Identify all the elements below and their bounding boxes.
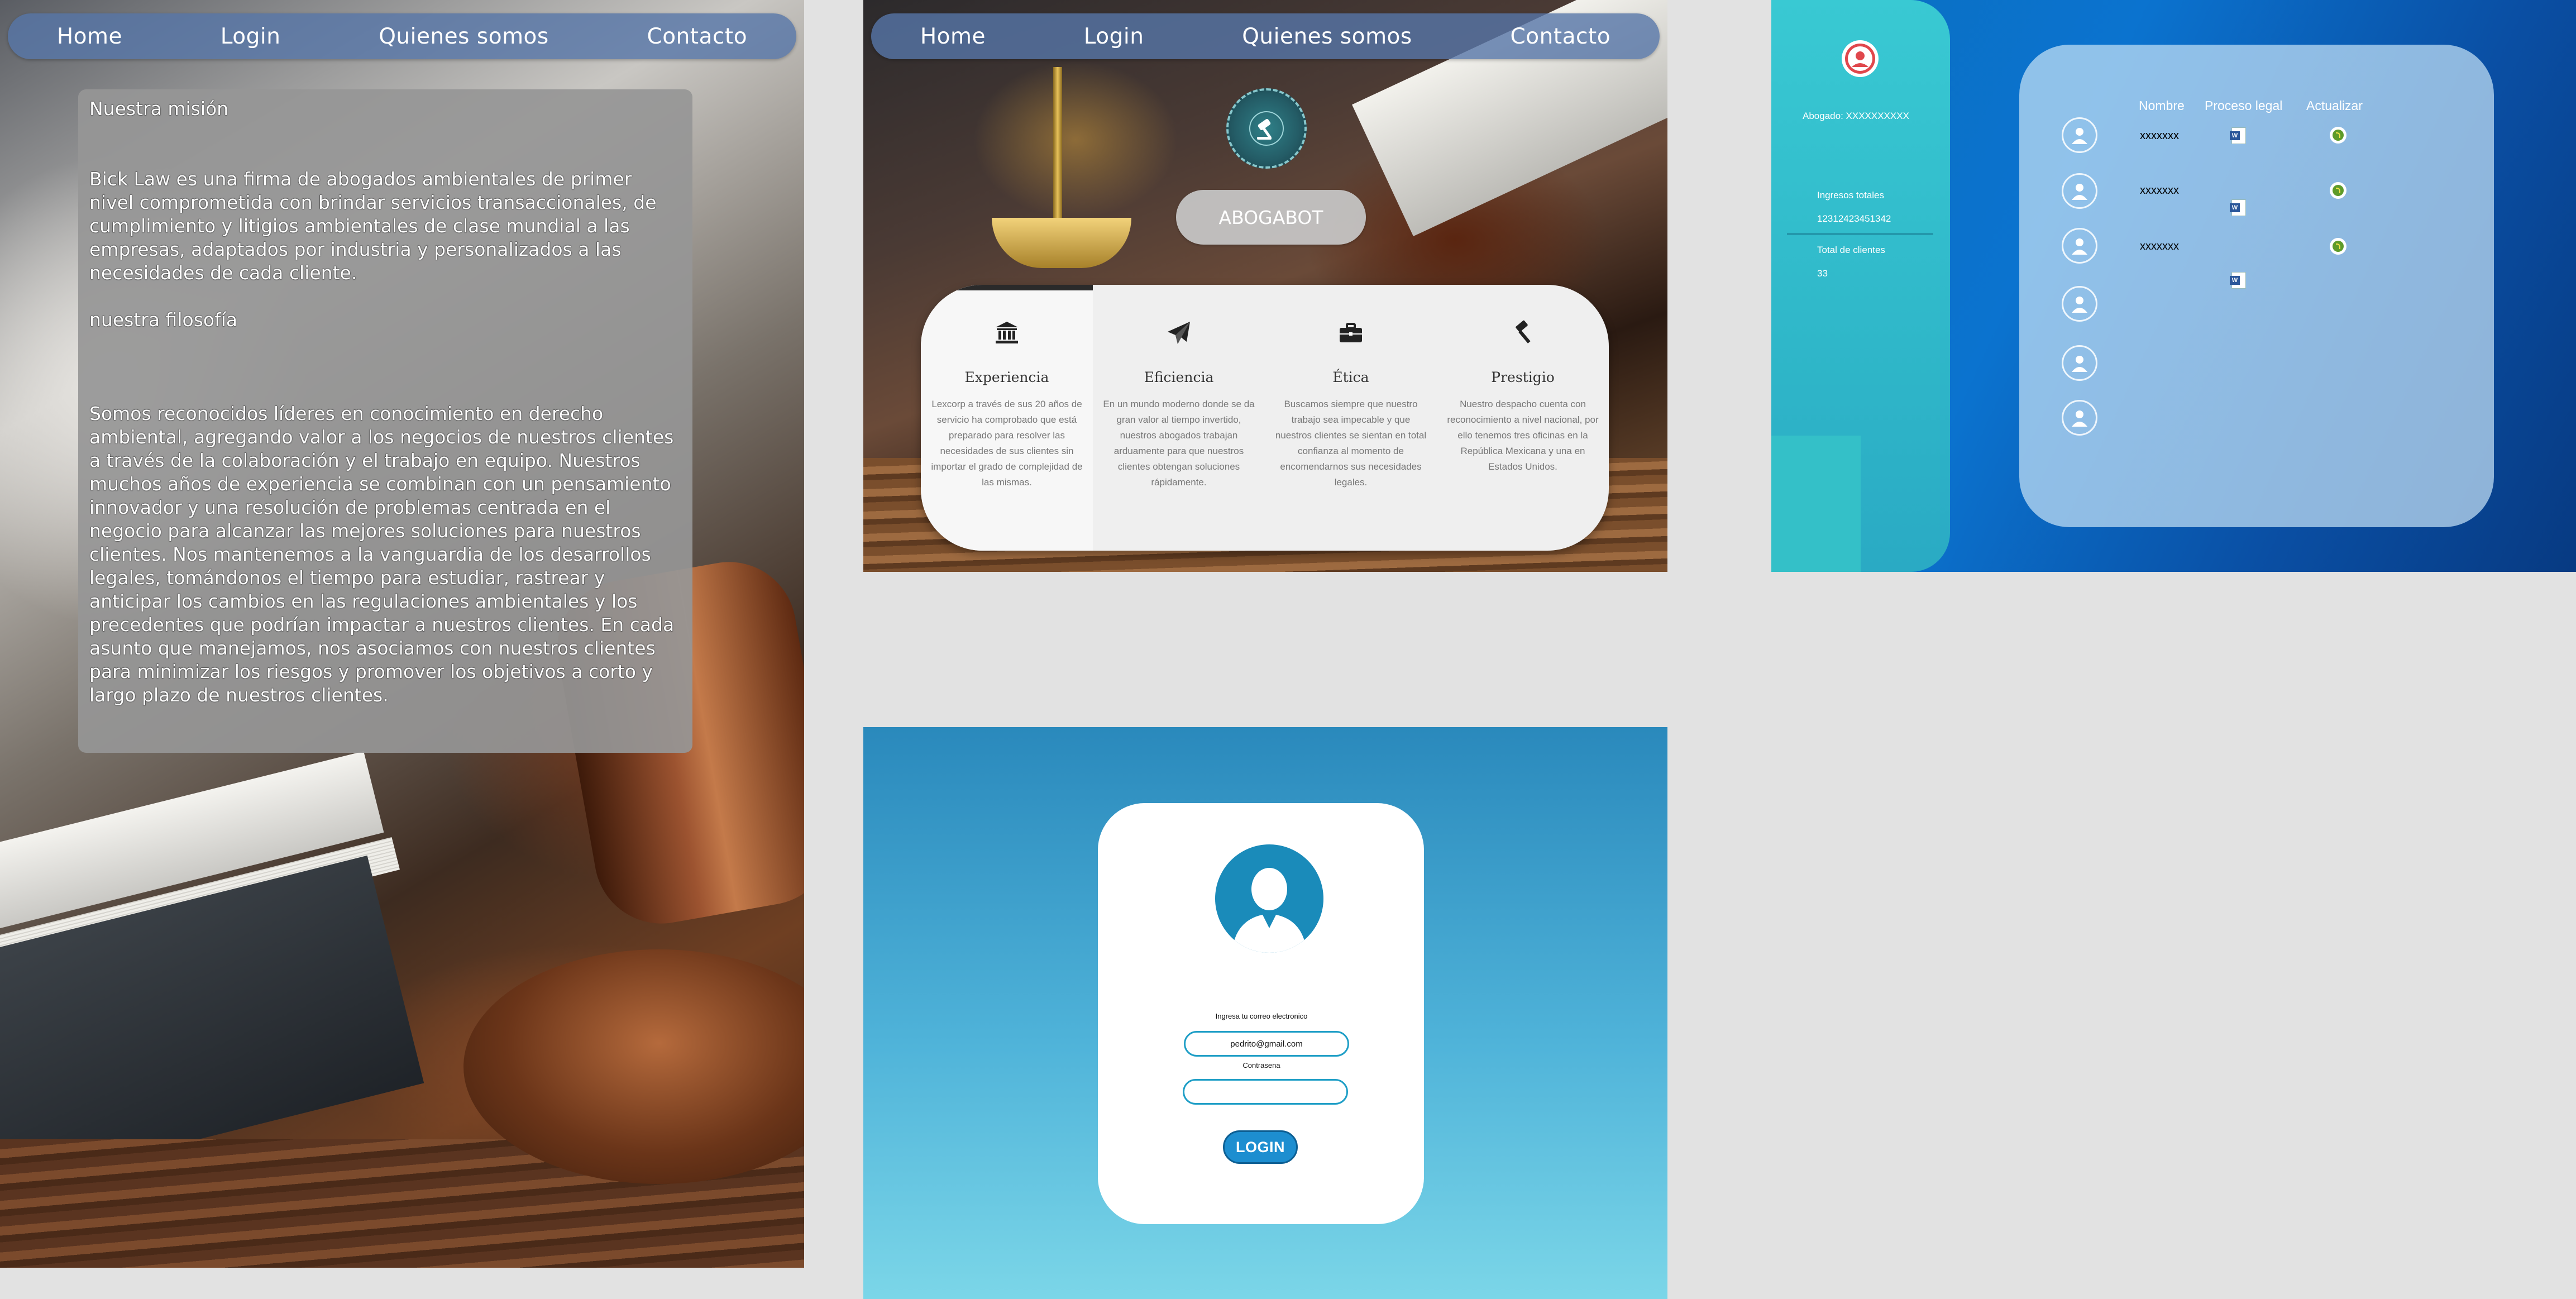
service-description: Buscamos siempre que nuestro trabajo sea… [1275, 399, 1427, 488]
mission-heading: Nuestra misión [89, 98, 229, 120]
mission-card: Nuestra misión Bick Law es una firma de … [78, 89, 692, 753]
service-title: Eficiencia [1144, 369, 1214, 385]
background-scale-pan [992, 218, 1131, 268]
nav-home-link[interactable]: Home [57, 24, 122, 49]
client-name: xxxxxxx [2140, 130, 2179, 142]
mission-page: Home Login Quienes somos Contacto Nuestr… [0, 0, 804, 1268]
briefcase-icon [1340, 323, 1362, 342]
income-label: Ingresos totales [1817, 190, 1885, 200]
user-icon [2072, 238, 2087, 255]
income-value: 12312423451342 [1817, 213, 1891, 224]
service-title: Ética [1332, 369, 1369, 385]
user-icon [1232, 868, 1307, 953]
column-header-name: Nombre [2139, 98, 2185, 113]
abogabot-button[interactable]: ABOGABOT [1176, 190, 1366, 245]
user-icon [1845, 44, 1875, 74]
gavel-logo-icon [1249, 111, 1284, 146]
email-label: Ingresa tu correo electronico [1215, 1012, 1308, 1020]
update-icon[interactable] [2330, 182, 2346, 199]
client-avatar[interactable] [2062, 228, 2097, 264]
clients-table-card [2019, 45, 2494, 527]
user-icon [2072, 184, 2087, 200]
user-icon [2072, 410, 2087, 427]
nav-login-link[interactable]: Login [1084, 24, 1144, 49]
sidebar-divider [1787, 233, 1933, 235]
nav-about-link[interactable]: Quienes somos [1242, 24, 1412, 49]
login-page: Ingresa tu correo electronico Contrasena… [863, 727, 1667, 1299]
column-header-update: Actualizar [2306, 98, 2363, 113]
login-avatar [1215, 844, 1323, 953]
word-document-icon[interactable]: W [2230, 127, 2246, 144]
client-name: xxxxxxx [2140, 184, 2179, 197]
top-nav: Home Login Quienes somos Contacto [871, 13, 1660, 59]
top-nav: Home Login Quienes somos Contacto [8, 13, 796, 59]
column-header-legal-process: Proceso legal [2205, 98, 2283, 113]
service-card-prestigio[interactable]: Prestigio Nuestro despacho cuenta con re… [1437, 285, 1609, 551]
bank-icon [996, 322, 1018, 343]
services-panel: Experiencia Lexcorp a través de sus 20 a… [921, 285, 1609, 551]
service-description: En un mundo moderno donde se da gran val… [1103, 399, 1255, 488]
philosophy-paragraph: Somos reconocidos líderes en conocimient… [89, 403, 680, 706]
nav-login-link[interactable]: Login [221, 24, 281, 49]
nav-contact-link[interactable]: Contacto [647, 24, 747, 49]
clients-value: 33 [1817, 268, 1828, 279]
paper-plane-icon [1168, 322, 1190, 344]
dashboard-page: Abogado: XXXXXXXXXX Ingresos totales 123… [1771, 0, 2576, 572]
password-input[interactable] [1183, 1079, 1348, 1105]
dashboard-sidebar: Abogado: XXXXXXXXXX Ingresos totales 123… [1771, 0, 1950, 572]
service-description: Lexcorp a través de sus 20 años de servi… [931, 399, 1083, 488]
client-name: xxxxxxx [2140, 240, 2179, 252]
user-icon [2072, 356, 2087, 372]
service-card-etica[interactable]: Ética Buscamos siempre que nuestro traba… [1265, 285, 1437, 551]
lawyer-avatar[interactable] [1842, 40, 1879, 77]
lawyer-label: Abogado: XXXXXXXXXX [1803, 111, 1909, 121]
gavel-icon [1516, 320, 1531, 343]
email-input[interactable] [1184, 1031, 1349, 1057]
user-icon [2072, 128, 2087, 144]
mission-paragraph: Bick Law es una firma de abogados ambien… [89, 168, 662, 284]
clients-label: Total de clientes [1817, 245, 1885, 255]
client-avatar[interactable] [2062, 345, 2097, 381]
service-card-experiencia[interactable]: Experiencia Lexcorp a través de sus 20 a… [921, 285, 1093, 551]
client-avatar[interactable] [2062, 173, 2097, 209]
update-icon[interactable] [2330, 127, 2346, 144]
login-button[interactable]: LOGIN [1223, 1130, 1298, 1164]
client-avatar[interactable] [2062, 286, 2097, 322]
word-document-icon[interactable]: W [2230, 199, 2246, 216]
nav-home-link[interactable]: Home [920, 24, 986, 49]
client-avatar[interactable] [2062, 400, 2097, 436]
nav-contact-link[interactable]: Contacto [1510, 24, 1610, 49]
philosophy-heading: nuestra filosofía [89, 309, 238, 331]
brand-logo[interactable] [1226, 88, 1307, 169]
service-card-eficiencia[interactable]: Eficiencia En un mundo moderno donde se … [1093, 285, 1265, 551]
service-description: Nuestro despacho cuenta con reconocimien… [1447, 399, 1599, 472]
services-page: Home Login Quienes somos Contacto ABOGAB… [863, 0, 1667, 572]
password-label: Contrasena [1242, 1061, 1280, 1069]
user-icon [2072, 297, 2087, 313]
update-icon[interactable] [2330, 238, 2346, 255]
sidebar-shade [1771, 436, 1861, 572]
service-title: Experiencia [964, 369, 1049, 385]
nav-about-link[interactable]: Quienes somos [379, 24, 549, 49]
word-document-icon[interactable]: W [2230, 272, 2246, 289]
client-avatar[interactable] [2062, 117, 2097, 153]
service-title: Prestigio [1491, 369, 1555, 385]
